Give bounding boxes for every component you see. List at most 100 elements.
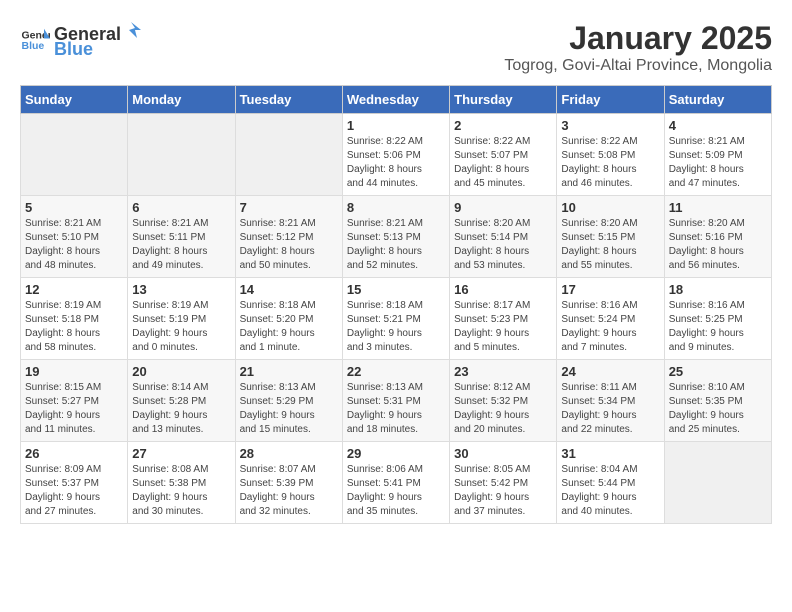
calendar-header-row: SundayMondayTuesdayWednesdayThursdayFrid… <box>21 86 772 114</box>
calendar-week-row: 19 Sunrise: 8:15 AM Sunset: 5:27 PM Dayli… <box>21 360 772 442</box>
day-info: Sunrise: 8:20 AM Sunset: 5:14 PM Dayligh… <box>454 217 552 273</box>
day-info: Sunrise: 8:07 AM Sunset: 5:39 PM Dayligh… <box>240 463 338 519</box>
day-number: 29 <box>347 446 445 461</box>
calendar-cell <box>21 114 128 196</box>
calendar-week-row: 1 Sunrise: 8:22 AM Sunset: 5:06 PM Daylig… <box>21 114 772 196</box>
day-info: Sunrise: 8:16 AM Sunset: 5:24 PM Dayligh… <box>561 299 659 355</box>
day-number: 19 <box>25 364 123 379</box>
calendar-cell: 17Sunrise: 8:16 AM Sunset: 5:24 PM Dayli… <box>557 278 664 360</box>
subtitle: Togrog, Govi-Altai Province, Mongolia <box>504 57 772 75</box>
calendar-body: 1 Sunrise: 8:22 AM Sunset: 5:06 PM Daylig… <box>21 114 772 524</box>
logo-icon: General Blue <box>20 25 50 55</box>
day-info: Sunrise: 8:21 AM Sunset: 5:10 PM Dayligh… <box>25 217 123 273</box>
calendar-cell: 31 Sunrise: 8:04 AM Sunset: 5:44 PM Dayli… <box>557 442 664 524</box>
day-number: 27 <box>132 446 230 461</box>
day-info: Sunrise: 8:12 AM Sunset: 5:32 PM Dayligh… <box>454 381 552 437</box>
calendar-cell: 28 Sunrise: 8:07 AM Sunset: 5:39 PM Dayli… <box>235 442 342 524</box>
day-number: 2 <box>454 118 552 133</box>
calendar-cell: 27 Sunrise: 8:08 AM Sunset: 5:38 PM Dayli… <box>128 442 235 524</box>
calendar-table: SundayMondayTuesdayWednesdayThursdayFrid… <box>20 85 772 524</box>
calendar-cell: 3Sunrise: 8:22 AM Sunset: 5:08 PM Daylig… <box>557 114 664 196</box>
day-info: Sunrise: 8:08 AM Sunset: 5:38 PM Dayligh… <box>132 463 230 519</box>
calendar-cell: 8Sunrise: 8:21 AM Sunset: 5:13 PM Daylig… <box>342 196 449 278</box>
weekday-header: Wednesday <box>342 86 449 114</box>
calendar-cell: 9Sunrise: 8:20 AM Sunset: 5:14 PM Daylig… <box>450 196 557 278</box>
calendar-cell: 24 Sunrise: 8:11 AM Sunset: 5:34 PM Dayli… <box>557 360 664 442</box>
calendar-cell <box>128 114 235 196</box>
day-number: 11 <box>669 200 767 215</box>
day-number: 12 <box>25 282 123 297</box>
calendar-cell: 6Sunrise: 8:21 AM Sunset: 5:11 PM Daylig… <box>128 196 235 278</box>
calendar-cell: 2 Sunrise: 8:22 AM Sunset: 5:07 PM Daylig… <box>450 114 557 196</box>
day-number: 28 <box>240 446 338 461</box>
calendar-cell: 19 Sunrise: 8:15 AM Sunset: 5:27 PM Dayli… <box>21 360 128 442</box>
day-number: 21 <box>240 364 338 379</box>
day-info: Sunrise: 8:19 AM Sunset: 5:18 PM Dayligh… <box>25 299 123 355</box>
day-number: 6 <box>132 200 230 215</box>
day-number: 26 <box>25 446 123 461</box>
day-number: 18 <box>669 282 767 297</box>
calendar-cell: 22 Sunrise: 8:13 AM Sunset: 5:31 PM Dayli… <box>342 360 449 442</box>
day-number: 16 <box>454 282 552 297</box>
calendar-cell: 10 Sunrise: 8:20 AM Sunset: 5:15 PM Dayli… <box>557 196 664 278</box>
day-info: Sunrise: 8:09 AM Sunset: 5:37 PM Dayligh… <box>25 463 123 519</box>
main-title: January 2025 <box>504 20 772 57</box>
day-number: 14 <box>240 282 338 297</box>
calendar-week-row: 5 Sunrise: 8:21 AM Sunset: 5:10 PM Daylig… <box>21 196 772 278</box>
day-info: Sunrise: 8:21 AM Sunset: 5:09 PM Dayligh… <box>669 135 767 191</box>
calendar-cell: 23Sunrise: 8:12 AM Sunset: 5:32 PM Dayli… <box>450 360 557 442</box>
weekday-header: Tuesday <box>235 86 342 114</box>
calendar-cell: 25Sunrise: 8:10 AM Sunset: 5:35 PM Dayli… <box>664 360 771 442</box>
calendar-week-row: 12 Sunrise: 8:19 AM Sunset: 5:18 PM Dayli… <box>21 278 772 360</box>
svg-text:Blue: Blue <box>22 40 45 52</box>
logo-bird-icon <box>121 20 141 40</box>
weekday-header: Saturday <box>664 86 771 114</box>
day-info: Sunrise: 8:13 AM Sunset: 5:31 PM Dayligh… <box>347 381 445 437</box>
day-info: Sunrise: 8:20 AM Sunset: 5:15 PM Dayligh… <box>561 217 659 273</box>
day-info: Sunrise: 8:05 AM Sunset: 5:42 PM Dayligh… <box>454 463 552 519</box>
day-number: 7 <box>240 200 338 215</box>
day-number: 31 <box>561 446 659 461</box>
calendar-cell <box>235 114 342 196</box>
calendar-cell: 11 Sunrise: 8:20 AM Sunset: 5:16 PM Dayli… <box>664 196 771 278</box>
day-info: Sunrise: 8:13 AM Sunset: 5:29 PM Dayligh… <box>240 381 338 437</box>
title-section: January 2025 Togrog, Govi-Altai Province… <box>504 20 772 75</box>
calendar-cell: 15 Sunrise: 8:18 AM Sunset: 5:21 PM Dayli… <box>342 278 449 360</box>
header: General Blue General Blue January 2025 T… <box>20 20 772 75</box>
day-info: Sunrise: 8:18 AM Sunset: 5:21 PM Dayligh… <box>347 299 445 355</box>
day-info: Sunrise: 8:04 AM Sunset: 5:44 PM Dayligh… <box>561 463 659 519</box>
day-number: 1 <box>347 118 445 133</box>
logo: General Blue General Blue <box>20 20 141 60</box>
calendar-cell: 5 Sunrise: 8:21 AM Sunset: 5:10 PM Daylig… <box>21 196 128 278</box>
calendar-cell: 30 Sunrise: 8:05 AM Sunset: 5:42 PM Dayli… <box>450 442 557 524</box>
day-info: Sunrise: 8:22 AM Sunset: 5:06 PM Dayligh… <box>347 135 445 191</box>
day-info: Sunrise: 8:18 AM Sunset: 5:20 PM Dayligh… <box>240 299 338 355</box>
day-number: 5 <box>25 200 123 215</box>
day-number: 22 <box>347 364 445 379</box>
calendar-cell: 1 Sunrise: 8:22 AM Sunset: 5:06 PM Daylig… <box>342 114 449 196</box>
calendar-cell: 29Sunrise: 8:06 AM Sunset: 5:41 PM Dayli… <box>342 442 449 524</box>
day-number: 15 <box>347 282 445 297</box>
calendar-week-row: 26 Sunrise: 8:09 AM Sunset: 5:37 PM Dayli… <box>21 442 772 524</box>
day-info: Sunrise: 8:11 AM Sunset: 5:34 PM Dayligh… <box>561 381 659 437</box>
calendar-cell: 14 Sunrise: 8:18 AM Sunset: 5:20 PM Dayli… <box>235 278 342 360</box>
day-info: Sunrise: 8:15 AM Sunset: 5:27 PM Dayligh… <box>25 381 123 437</box>
calendar-cell: 16 Sunrise: 8:17 AM Sunset: 5:23 PM Dayli… <box>450 278 557 360</box>
day-info: Sunrise: 8:20 AM Sunset: 5:16 PM Dayligh… <box>669 217 767 273</box>
calendar-cell: 20 Sunrise: 8:14 AM Sunset: 5:28 PM Dayli… <box>128 360 235 442</box>
calendar-cell: 7Sunrise: 8:21 AM Sunset: 5:12 PM Daylig… <box>235 196 342 278</box>
day-info: Sunrise: 8:22 AM Sunset: 5:08 PM Dayligh… <box>561 135 659 191</box>
day-info: Sunrise: 8:22 AM Sunset: 5:07 PM Dayligh… <box>454 135 552 191</box>
day-number: 13 <box>132 282 230 297</box>
day-info: Sunrise: 8:10 AM Sunset: 5:35 PM Dayligh… <box>669 381 767 437</box>
day-number: 24 <box>561 364 659 379</box>
day-number: 10 <box>561 200 659 215</box>
weekday-header: Friday <box>557 86 664 114</box>
day-number: 20 <box>132 364 230 379</box>
day-number: 30 <box>454 446 552 461</box>
weekday-header: Thursday <box>450 86 557 114</box>
day-info: Sunrise: 8:17 AM Sunset: 5:23 PM Dayligh… <box>454 299 552 355</box>
day-info: Sunrise: 8:14 AM Sunset: 5:28 PM Dayligh… <box>132 381 230 437</box>
calendar-cell: 12 Sunrise: 8:19 AM Sunset: 5:18 PM Dayli… <box>21 278 128 360</box>
calendar-cell <box>664 442 771 524</box>
